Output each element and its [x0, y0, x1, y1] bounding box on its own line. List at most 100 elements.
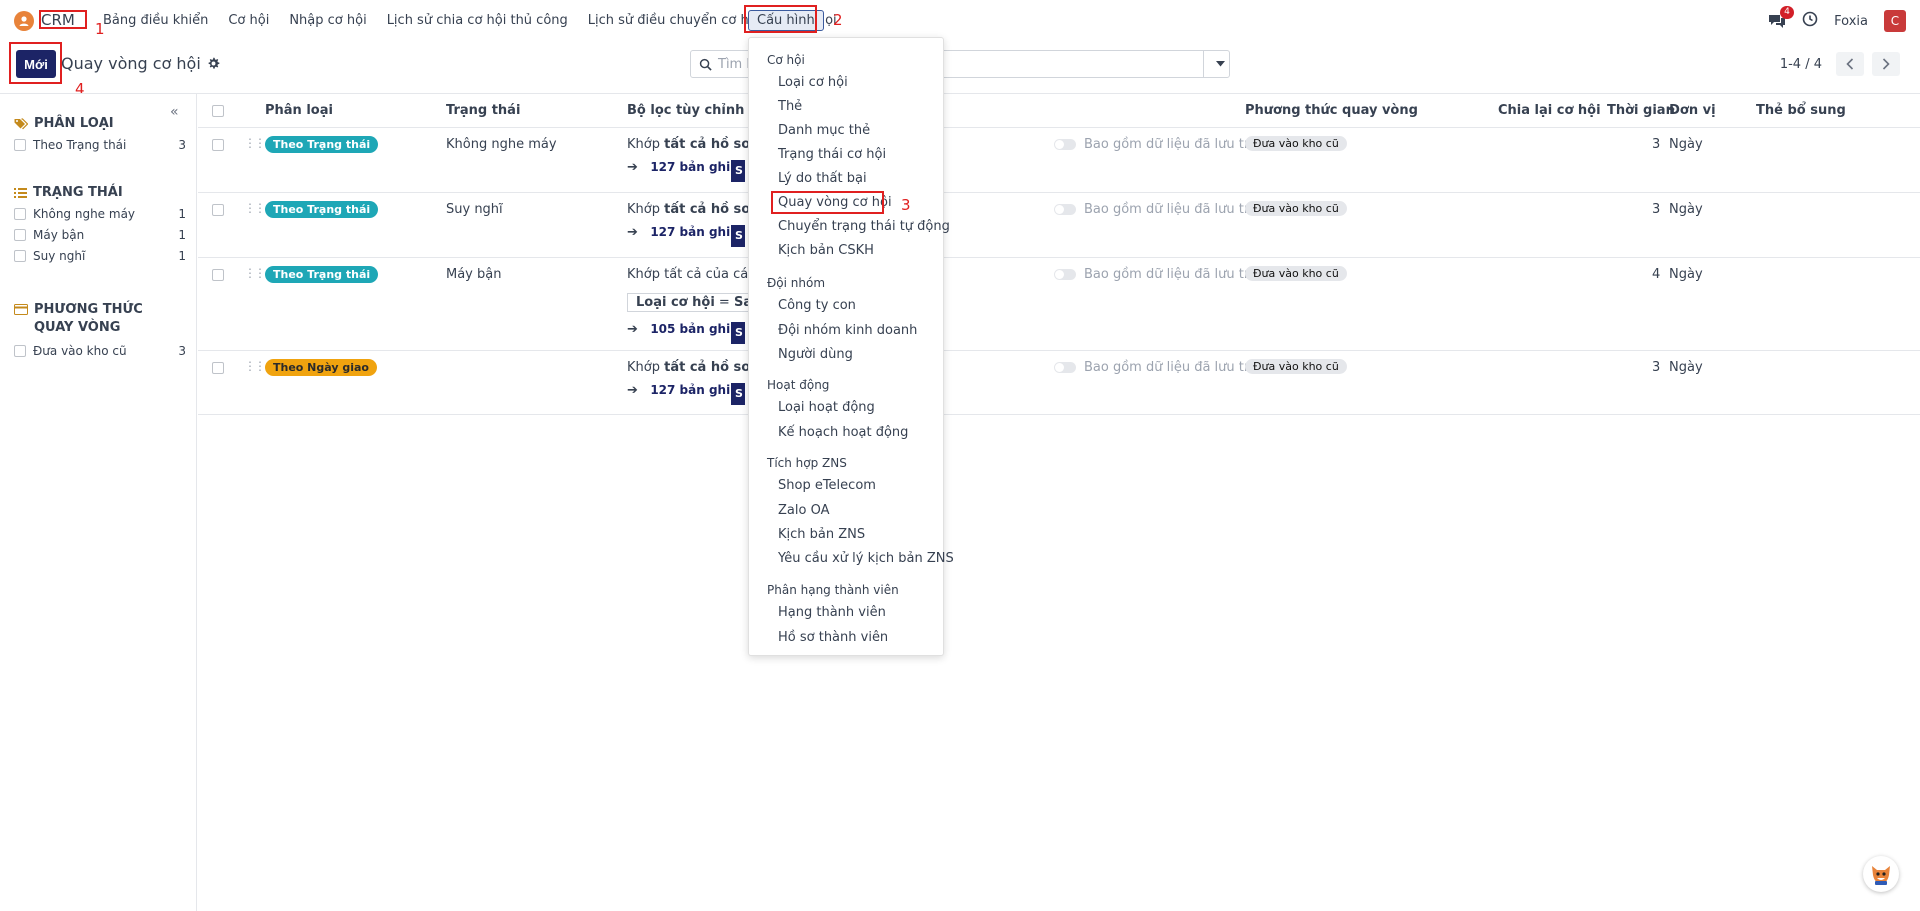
filter-khong-nghe-may[interactable]: Không nghe máy 1 [14, 207, 186, 221]
assistant-mascot-icon[interactable] [1863, 856, 1899, 892]
app-user-icon[interactable] [14, 11, 34, 31]
row-checkbox[interactable] [212, 139, 224, 151]
column-header-extra-tags[interactable]: Thẻ bổ sung [1756, 103, 1846, 118]
archive-toggle[interactable]: Bao gồm dữ liệu đã lưu trữ [1054, 267, 1257, 282]
archive-toggle[interactable]: Bao gồm dữ liệu đã lưu trữ [1054, 202, 1257, 217]
table-row[interactable]: ⋮⋮ Theo Trạng thái Máy bận Khớp tất cả c… [198, 258, 1920, 351]
toggle-switch[interactable] [1054, 269, 1076, 280]
filter-suy-nghi[interactable]: Suy nghĩ 1 [14, 249, 186, 263]
time-cell[interactable]: 3 [1652, 202, 1660, 217]
dropdown-item[interactable]: Công ty con [778, 298, 856, 313]
unit-cell[interactable]: Ngày [1669, 137, 1703, 152]
pager-value[interactable]: 1-4 / 4 [1780, 57, 1822, 72]
dropdown-item[interactable]: Loại cơ hội [778, 75, 848, 90]
archive-toggle[interactable]: Bao gồm dữ liệu đã lưu trữ [1054, 137, 1257, 152]
chat-icon[interactable]: 4 [1768, 6, 1794, 29]
dropdown-item[interactable]: Trạng thái cơ hội [778, 147, 886, 162]
filter-checkbox[interactable] [14, 139, 26, 151]
menu-item[interactable]: Lịch sử chia cơ hội thủ công [377, 11, 578, 30]
dropdown-item[interactable]: Kế hoạch hoạt động [778, 425, 908, 440]
dropdown-item[interactable]: Lý do thất bại [778, 171, 867, 186]
filter-cell[interactable]: Khớp tất cả hồ sơ [627, 202, 750, 217]
filter-cell[interactable]: Khớp tất cả của các q [627, 267, 768, 282]
dropdown-item[interactable]: Danh mục thẻ [778, 123, 870, 138]
unit-cell[interactable]: Ngày [1669, 202, 1703, 217]
menu-item[interactable]: Cơ hội [218, 11, 279, 30]
dropdown-item[interactable]: Thẻ [778, 99, 802, 114]
column-header-method[interactable]: Phương thức quay vòng [1245, 103, 1418, 118]
records-link[interactable]: ➔ 127 bản ghi [627, 225, 730, 240]
dropdown-item[interactable]: Đội nhóm kinh doanh [778, 323, 917, 338]
time-cell[interactable]: 4 [1652, 267, 1660, 282]
row-checkbox[interactable] [212, 204, 224, 216]
filter-checkbox[interactable] [14, 345, 26, 357]
column-header-category[interactable]: Phân loại [265, 103, 333, 118]
gear-icon[interactable] [207, 57, 220, 70]
filter-checkbox[interactable] [14, 208, 26, 220]
records-link[interactable]: ➔ 105 bản ghi [627, 322, 730, 337]
row-checkbox[interactable] [212, 269, 224, 281]
user-name[interactable]: Foxia [1834, 14, 1868, 29]
records-link[interactable]: ➔ 127 bản ghi [627, 160, 730, 175]
pager-prev-button[interactable] [1836, 52, 1864, 76]
time-cell[interactable]: 3 [1652, 137, 1660, 152]
dropdown-item[interactable]: Yêu cầu xử lý kịch bản ZNS [778, 551, 954, 566]
dropdown-item[interactable]: Hạng thành viên [778, 605, 886, 620]
dropdown-item[interactable]: Kịch bản CSKH [778, 243, 874, 258]
dropdown-item[interactable]: Người dùng [778, 347, 853, 362]
filter-checkbox[interactable] [14, 250, 26, 262]
filter-theo-trang-thai[interactable]: Theo Trạng thái 3 [14, 138, 186, 152]
filter-bold: tất cả hồ sơ [664, 137, 751, 152]
column-header-status[interactable]: Trạng thái [446, 103, 520, 118]
table-row[interactable]: ⋮⋮ Theo Trạng thái Suy nghĩ Khớp tất cả … [198, 193, 1920, 258]
category-tag: Theo Trạng thái [265, 201, 379, 218]
pager-next-button[interactable] [1872, 52, 1900, 76]
select-records-button[interactable]: S [731, 225, 745, 247]
archive-toggle[interactable]: Bao gồm dữ liệu đã lưu trữ [1054, 360, 1257, 375]
filter-dua-vao-kho-cu[interactable]: Đưa vào kho cũ 3 [14, 344, 186, 358]
unit-cell[interactable]: Ngày [1669, 360, 1703, 375]
dropdown-item[interactable]: Chuyển trạng thái tự động [778, 219, 950, 234]
drag-handle-icon[interactable]: ⋮⋮ [244, 359, 266, 373]
filter-cell[interactable]: Khớp tất cả hồ sơ [627, 137, 750, 152]
table-row[interactable]: ⋮⋮ Theo Trạng thái Không nghe máy Khớp t… [198, 128, 1920, 193]
column-header-unit[interactable]: Đơn vị [1669, 103, 1716, 118]
select-records-button[interactable]: S [731, 160, 745, 182]
clock-icon[interactable] [1802, 11, 1818, 31]
menu-item[interactable]: Lịch sử điều chuyển cơ hội [578, 11, 770, 30]
menu-item[interactable]: Bảng điều khiển [93, 11, 218, 30]
column-header-filter[interactable]: Bộ lọc tùy chỉnh [627, 103, 744, 118]
search-options-toggle[interactable] [1203, 51, 1229, 77]
select-records-button[interactable]: S [731, 383, 745, 405]
filter-count: 1 [178, 228, 186, 242]
column-header-time[interactable]: Thời gian [1607, 103, 1675, 118]
dropdown-item[interactable]: Shop eTelecom [778, 478, 876, 493]
user-avatar[interactable]: C [1884, 10, 1906, 32]
row-checkbox[interactable] [212, 362, 224, 374]
filter-may-ban[interactable]: Máy bận 1 [14, 228, 186, 242]
table-row[interactable]: ⋮⋮ Theo Ngày giao Khớp tất cả hồ sơ ➔ 12… [198, 351, 1920, 415]
status-cell[interactable]: Máy bận [446, 267, 501, 282]
toggle-switch[interactable] [1054, 204, 1076, 215]
status-cell[interactable]: Không nghe máy [446, 137, 557, 152]
toggle-switch[interactable] [1054, 139, 1076, 150]
time-cell[interactable]: 3 [1652, 360, 1660, 375]
status-cell[interactable]: Suy nghĩ [446, 202, 503, 217]
dropdown-item[interactable]: Kịch bản ZNS [778, 527, 865, 542]
column-header-reassign[interactable]: Chia lại cơ hội [1498, 103, 1601, 118]
archive-label: Bao gồm dữ liệu đã lưu trữ [1084, 137, 1258, 152]
unit-cell[interactable]: Ngày [1669, 267, 1703, 282]
filter-checkbox[interactable] [14, 229, 26, 241]
dropdown-item[interactable]: Hồ sơ thành viên [778, 630, 888, 645]
select-all-checkbox[interactable] [212, 105, 224, 117]
select-records-button[interactable]: S [731, 322, 745, 344]
drag-handle-icon[interactable]: ⋮⋮ [244, 201, 266, 215]
drag-handle-icon[interactable]: ⋮⋮ [244, 136, 266, 150]
toggle-switch[interactable] [1054, 362, 1076, 373]
records-link[interactable]: ➔ 127 bản ghi [627, 383, 730, 398]
drag-handle-icon[interactable]: ⋮⋮ [244, 266, 266, 280]
dropdown-item[interactable]: Loại hoạt động [778, 400, 875, 415]
filter-cell[interactable]: Khớp tất cả hồ sơ [627, 360, 750, 375]
dropdown-item[interactable]: Zalo OA [778, 503, 829, 518]
menu-item[interactable]: Nhập cơ hội [279, 11, 376, 30]
